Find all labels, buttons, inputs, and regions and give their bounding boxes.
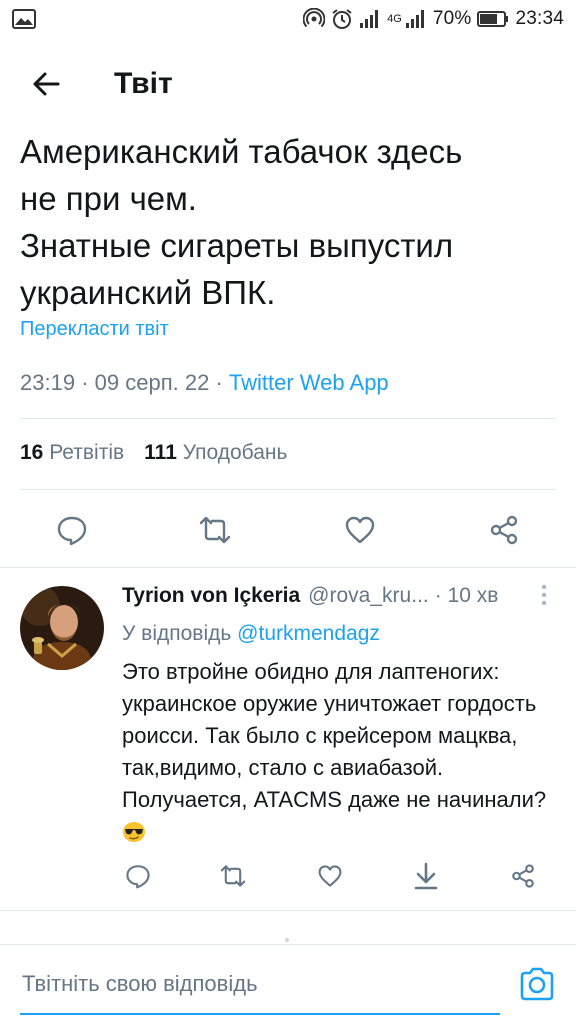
battery-percent: 70% bbox=[432, 8, 472, 29]
download-icon bbox=[414, 862, 438, 890]
likes-count: 111 bbox=[144, 441, 177, 464]
share-icon bbox=[490, 515, 518, 545]
reply-tweet[interactable]: Tyrion von Içkeria @rova_kru... · 10 хв … bbox=[0, 572, 576, 910]
more-vertical-icon bbox=[541, 584, 547, 606]
divider bbox=[0, 567, 576, 568]
reply-button[interactable] bbox=[50, 508, 94, 552]
reply-reply-button[interactable] bbox=[118, 856, 158, 896]
page-title: Твіт bbox=[114, 67, 173, 100]
comment-icon bbox=[57, 516, 87, 546]
divider bbox=[20, 418, 556, 419]
image-icon bbox=[12, 9, 36, 29]
alarm-icon bbox=[331, 8, 353, 30]
reply-to-line: У відповідь @turkmendagz bbox=[122, 622, 380, 646]
comment-icon bbox=[126, 865, 150, 889]
reply-to-mention[interactable]: @turkmendagz bbox=[237, 622, 380, 645]
reply-author-handle[interactable]: @rova_kru... bbox=[308, 584, 429, 608]
network-type: 4G bbox=[387, 13, 402, 25]
retweet-icon bbox=[199, 516, 231, 544]
avatar[interactable] bbox=[20, 586, 104, 670]
like-button[interactable] bbox=[338, 508, 382, 552]
camera-icon bbox=[520, 967, 554, 1001]
scroll-indicator bbox=[285, 938, 289, 942]
likes-stat[interactable]: 111 Уподобань bbox=[144, 441, 287, 465]
meta-separator: · bbox=[81, 370, 95, 395]
tweet-source-app[interactable]: Twitter Web App bbox=[229, 370, 389, 395]
signal-icon bbox=[359, 9, 381, 29]
reply-compose-bar bbox=[0, 944, 576, 1024]
tweet-text: Американский табачок здесь не при чем. З… bbox=[20, 133, 463, 311]
retweets-count: 16 bbox=[20, 441, 44, 464]
reply-input[interactable] bbox=[22, 971, 492, 997]
tweet-actions bbox=[0, 494, 576, 566]
cool-face-emoji-icon bbox=[123, 822, 145, 842]
meta-separator: · bbox=[215, 370, 229, 395]
reply-text-body: Это втройне обидно для лаптеногих: украи… bbox=[122, 659, 547, 812]
reply-retweet-button[interactable] bbox=[213, 856, 253, 896]
likes-label: Уподобань bbox=[182, 441, 288, 464]
tweet-date: 09 серп. 22 bbox=[94, 370, 210, 395]
retweets-label: Ретвітів bbox=[49, 441, 125, 464]
tweet-stats: 16 Ретвітів 111 Уподобань bbox=[20, 441, 287, 465]
reply-to-prefix: У відповідь bbox=[122, 622, 232, 645]
retweet-button[interactable] bbox=[193, 508, 237, 552]
translate-tweet-link[interactable]: Перекласти твіт bbox=[20, 318, 169, 341]
divider bbox=[20, 489, 556, 490]
reply-like-button[interactable] bbox=[310, 856, 350, 896]
back-button[interactable] bbox=[16, 54, 76, 114]
share-icon bbox=[512, 864, 534, 888]
reply-author-name[interactable]: Tyrion von Içkeria bbox=[122, 584, 300, 608]
arrow-left-icon bbox=[33, 72, 60, 96]
tweet-meta: 23:19 · 09 серп. 22 · Twitter Web App bbox=[20, 370, 389, 396]
tweet-time: 23:19 bbox=[20, 370, 76, 395]
heart-icon bbox=[318, 865, 342, 887]
clock: 23:34 bbox=[515, 8, 564, 29]
reply-text: Это втройне обидно для лаптеногих: украи… bbox=[122, 656, 562, 848]
battery-icon bbox=[477, 10, 509, 28]
reply-time-value: 10 хв bbox=[447, 584, 499, 607]
hotspot-icon bbox=[303, 8, 326, 30]
reply-actions bbox=[0, 852, 576, 902]
reply-header: Tyrion von Içkeria @rova_kru... · 10 хв bbox=[122, 584, 562, 608]
reply-download-button[interactable] bbox=[406, 856, 446, 896]
status-bar: 4G 70% 23:34 bbox=[0, 0, 576, 38]
reply-time: · 10 хв bbox=[434, 584, 499, 607]
input-underline bbox=[20, 1013, 500, 1015]
app-header: Твіт bbox=[0, 38, 576, 130]
divider bbox=[0, 910, 576, 911]
reply-share-button[interactable] bbox=[503, 856, 543, 896]
more-options-button[interactable] bbox=[534, 580, 554, 610]
heart-icon bbox=[345, 516, 375, 544]
retweets-stat[interactable]: 16 Ретвітів bbox=[20, 441, 124, 465]
signal-icon bbox=[405, 9, 427, 29]
retweet-icon bbox=[220, 865, 246, 887]
camera-button[interactable] bbox=[516, 963, 558, 1005]
share-button[interactable] bbox=[482, 508, 526, 552]
